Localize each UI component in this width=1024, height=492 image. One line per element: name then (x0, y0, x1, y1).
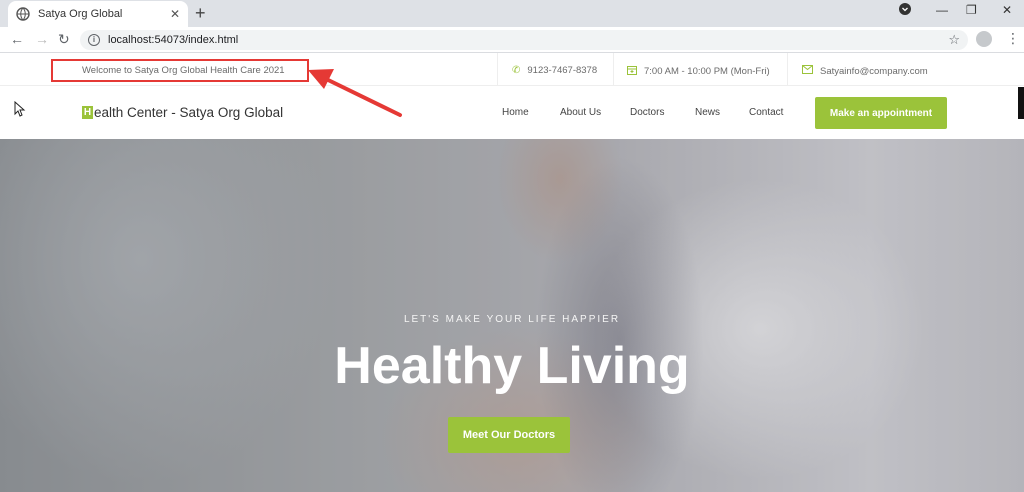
annotation-highlight-box (51, 59, 309, 82)
nav-link-about-us[interactable]: About Us (560, 107, 601, 118)
new-tab-button[interactable]: + (195, 2, 206, 24)
profile-avatar-icon[interactable] (976, 31, 992, 47)
annotation-arrow (308, 69, 402, 117)
divider (497, 53, 498, 86)
hours-info: 7:00 AM - 10:00 PM (Mon-Fri) (627, 65, 770, 78)
phone-info: ✆ 9123-7467-8378 (512, 65, 597, 76)
tab-title: Satya Org Global (38, 8, 123, 20)
hero-title: Healthy Living (334, 337, 690, 395)
back-arrow-icon[interactable]: ← (10, 31, 24, 47)
close-window-icon[interactable]: ✕ (1002, 3, 1012, 17)
nav-link-contact[interactable]: Contact (749, 107, 783, 118)
nav-link-doctors[interactable]: Doctors (630, 107, 664, 118)
reload-icon[interactable]: ↻ (58, 31, 70, 48)
site-logo[interactable]: H ealth Center - Satya Org Global (82, 105, 283, 120)
address-bar-row: ← → ↻ i localhost:54073/index.html ☆ (0, 27, 1024, 53)
browser-tab[interactable]: Satya Org Global ✕ (8, 1, 188, 27)
hours-text: 7:00 AM - 10:00 PM (Mon-Fri) (644, 66, 770, 77)
url-text[interactable]: localhost:54073/index.html (108, 34, 238, 46)
logo-letter: H (82, 106, 93, 119)
hero-kicker: LET'S MAKE YOUR LIFE HAPPIER (403, 314, 621, 325)
info-icon[interactable]: i (88, 34, 100, 46)
envelope-icon (802, 65, 813, 77)
restore-icon[interactable]: ❐ (966, 3, 977, 17)
divider (613, 53, 614, 86)
calendar-icon (627, 65, 637, 78)
minimize-icon[interactable]: — (936, 3, 948, 17)
phone-number: 9123-7467-8378 (527, 65, 598, 76)
make-appointment-button[interactable]: Make an appointment (815, 97, 947, 129)
browser-menu-icon[interactable]: ⋮ (1006, 30, 1020, 47)
close-tab-icon[interactable]: ✕ (170, 7, 180, 21)
hero-banner: LET'S MAKE YOUR LIFE HAPPIER Healthy Liv… (0, 139, 1024, 492)
scrollbar-thumb[interactable] (1018, 87, 1024, 119)
nav-link-home[interactable]: Home (502, 107, 529, 118)
meet-our-doctors-button[interactable]: Meet Our Doctors (448, 417, 570, 453)
divider (787, 53, 788, 86)
nav-link-news[interactable]: News (695, 107, 720, 118)
bookmark-star-icon[interactable]: ☆ (948, 32, 960, 48)
browser-tab-strip: Satya Org Global ✕ + — ❐ ✕ (0, 0, 1024, 27)
main-navigation: H ealth Center - Satya Org Global Home A… (0, 87, 1024, 139)
mouse-cursor-icon (14, 101, 26, 117)
phone-icon: ✆ (512, 65, 521, 76)
logo-text: ealth Center - Satya Org Global (94, 105, 284, 120)
forward-arrow-icon[interactable]: → (35, 31, 49, 47)
globe-icon (16, 7, 30, 21)
omnibox[interactable]: i localhost:54073/index.html ☆ (80, 30, 968, 50)
email-link[interactable]: Satyainfo@company.com (820, 66, 928, 77)
email-info: Satyainfo@company.com (802, 65, 928, 77)
tab-search-icon[interactable] (899, 3, 911, 18)
top-info-bar: Welcome to Satya Org Global Health Care … (0, 53, 1024, 86)
